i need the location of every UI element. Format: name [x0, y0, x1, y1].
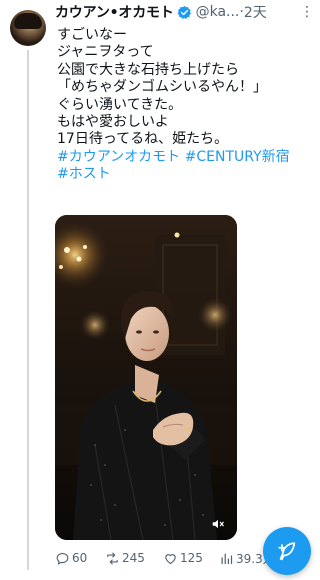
hashtag-line: #カウアンオカモト #CENTURY新宿	[57, 149, 315, 166]
reply-button[interactable]: 60	[55, 548, 87, 568]
avatar[interactable]	[10, 10, 46, 46]
display-name[interactable]: カウアン•オカモト	[55, 2, 174, 22]
tweet-time[interactable]: 2天	[244, 2, 267, 22]
compose-feather-icon	[278, 542, 296, 561]
tweet-header: カウアン•オカモト @ka... · 2天 ⋮	[55, 2, 317, 22]
hashtag-link[interactable]: #CENTURY新宿	[185, 149, 290, 165]
like-count: 125	[180, 551, 203, 565]
hashtag-link[interactable]: #ホスト	[57, 166, 111, 182]
tweet-line: ぐらい湧いてきた。	[57, 96, 183, 113]
retweet-icon	[107, 552, 118, 564]
video-player[interactable]	[55, 215, 237, 540]
thread-line	[27, 50, 29, 570]
avatar-hair	[14, 13, 42, 29]
retweet-button[interactable]: 245	[105, 548, 145, 568]
reply-count: 60	[72, 551, 88, 565]
tweet-line: 17日待ってるね、姫たち。	[57, 131, 229, 148]
mute-icon[interactable]	[211, 516, 225, 530]
hashtag-link[interactable]: #カウアンオカモト	[57, 149, 180, 165]
tweet-line: 公園で大きな石持ち上げたら	[57, 61, 239, 78]
like-button[interactable]: 125	[163, 548, 203, 568]
verified-badge-icon	[177, 5, 192, 20]
tweet-line: もはや愛おしいよ	[57, 114, 169, 131]
tweet-line: ジャニヲタって	[57, 44, 154, 61]
more-icon[interactable]: ⋮	[300, 4, 317, 20]
retweet-count: 245	[122, 551, 145, 565]
tweet-line: 「めちゃダンゴムシいるやん！」	[57, 79, 267, 96]
like-icon	[165, 553, 176, 564]
video-frame	[55, 215, 237, 540]
views-icon	[221, 553, 233, 564]
compose-button[interactable]	[263, 527, 311, 575]
tweet-text: すごいなー ジャニヲタって 公園で大きな石持ち上げたら 「めちゃダンゴムシいるや…	[57, 27, 315, 184]
user-handle[interactable]: @ka...	[196, 4, 240, 20]
hashtag-line: #ホスト	[57, 166, 315, 183]
reply-icon	[56, 552, 69, 565]
tweet-line: すごいなー	[57, 27, 127, 43]
